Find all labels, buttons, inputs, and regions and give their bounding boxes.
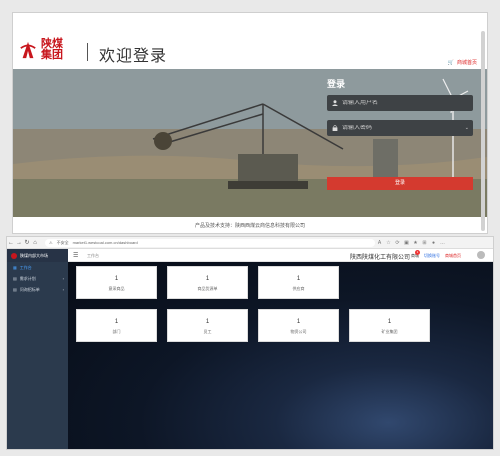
stat-card[interactable]: 1 供应商 (258, 266, 339, 299)
stat-card[interactable]: 1 员工 (167, 309, 248, 342)
hero-banner: 登录 ⌄ 登录 (13, 69, 487, 217)
user-icon (331, 100, 338, 107)
stat-card[interactable]: 1 矿业集团 (349, 309, 430, 342)
stat-value: 1 (205, 319, 210, 325)
stat-label: 员工 (203, 329, 212, 334)
sidebar-item-label: 工作台 (19, 264, 32, 270)
header-link-mall-home[interactable]: 商城首页 (445, 253, 461, 259)
sidebar-item-demand-plan[interactable]: ▤ 需求计划 › (7, 273, 68, 284)
sidebar-item-label: 问询招标单 (19, 286, 40, 292)
password-field[interactable]: ⌄ (327, 120, 473, 136)
stat-label: 物资公司 (290, 329, 307, 334)
address-bar[interactable]: ⚠ 不安全 market1.westcoal.com.cn/dashboard (45, 238, 375, 247)
url-text: market1.westcoal.com.cn/dashboard (72, 240, 138, 245)
translate-icon[interactable]: A (375, 240, 384, 246)
dashboard-content: 1 意采商品 1 商品货源单 1 供应商 1 部门 1 员工 1 物资公司 1 … (68, 262, 493, 449)
dashboard-window: ← → ↻ ⌂ ⚠ 不安全 market1.westcoal.com.cn/da… (6, 236, 494, 450)
brand-name: 陕煤内部大市场 (20, 252, 48, 258)
login-form-title: 登录 (327, 79, 346, 89)
stat-value: 1 (387, 319, 392, 325)
logo-mark-icon (20, 41, 36, 59)
notification-badge[interactable]: 1 (415, 250, 420, 255)
back-icon[interactable]: ← (7, 240, 15, 246)
inquiry-icon: ▤ (13, 287, 17, 292)
split-icon[interactable]: ▣ (402, 240, 411, 246)
sidebar: ▦ 工作台 ▤ 需求计划 › ▤ 问询招标单 › (7, 262, 68, 449)
brand[interactable]: 陕煤内部大市场 (7, 249, 68, 262)
stat-card[interactable]: 1 商品货源单 (167, 266, 248, 299)
stat-label: 部门 (112, 329, 121, 334)
company-name: 陕西陕煤化工有限公司 (350, 255, 411, 261)
plan-icon: ▤ (13, 276, 17, 281)
mall-home-link[interactable]: 🛒 商城首页 (447, 59, 477, 67)
chevron-down-icon[interactable]: ⌄ (465, 125, 469, 131)
stat-value: 1 (296, 319, 301, 325)
security-warning-icon: ⚠ (49, 240, 53, 245)
page-scrollbar[interactable] (481, 31, 485, 231)
login-window: 陕煤集团 欢迎登录 🛒 商城首页 登录 请输入用户名 ⌄ 登录 产品及技术支持：… (12, 12, 488, 234)
lock-icon (331, 125, 338, 132)
collections-icon[interactable]: ⊞ (420, 240, 429, 246)
logo-text: 陕煤集团 (41, 38, 63, 61)
cart-icon: 🛒 (447, 59, 454, 66)
workbench-icon: ▦ (13, 265, 17, 270)
login-form: 登录 ⌄ 登录 (327, 77, 473, 190)
stat-label: 意采商品 (108, 286, 125, 291)
stat-value: 1 (205, 276, 210, 282)
username-input[interactable] (342, 100, 452, 106)
login-button[interactable]: 登录 (327, 177, 473, 190)
footer-copyright: 产品及技术支持：陕西西煤云商信息科技有限公司 (194, 223, 305, 229)
stat-label: 矿业集团 (381, 329, 398, 334)
mall-home-label: 商城首页 (456, 60, 477, 66)
breadcrumb: 工作台 (87, 253, 99, 258)
reload-icon[interactable]: ↻ (23, 239, 31, 246)
home-icon[interactable]: ⌂ (31, 240, 39, 246)
brand-logo-icon (11, 252, 17, 259)
password-input[interactable] (342, 125, 452, 131)
more-icon[interactable]: … (438, 240, 447, 246)
bookmark-icon[interactable]: ☆ (384, 240, 393, 246)
header-divider (87, 43, 88, 61)
avatar[interactable] (477, 251, 485, 259)
browser-toolbar: ← → ↻ ⌂ ⚠ 不安全 market1.westcoal.com.cn/da… (7, 237, 493, 249)
stat-card[interactable]: 1 部门 (76, 309, 157, 342)
username-field[interactable] (327, 95, 473, 111)
stat-value: 1 (296, 276, 301, 282)
header-link-switch-account[interactable]: 切换账号 (424, 253, 440, 259)
refresh-icon[interactable]: ⟳ (393, 240, 402, 246)
stat-card[interactable]: 1 物资公司 (258, 309, 339, 342)
sidebar-item-inquiry[interactable]: ▤ 问询招标单 › (7, 284, 68, 295)
sidebar-item-label: 需求计划 (19, 275, 36, 281)
sidebar-item-workbench[interactable]: ▦ 工作台 (7, 262, 68, 273)
stat-value: 1 (114, 319, 119, 325)
welcome-title: 欢迎登录 (99, 48, 168, 65)
stat-value: 1 (114, 276, 119, 282)
menu-toggle-icon[interactable]: ☰ (73, 252, 78, 259)
stat-label: 商品货源单 (197, 286, 218, 291)
app-header: 陕煤内部大市场 ☰ 工作台 陕西陕煤化工有限公司 商城 切换账号 商城首页 1 (7, 249, 493, 262)
company-logo: 陕煤集团 (19, 39, 67, 61)
favorites-icon[interactable]: ★ (411, 240, 420, 246)
chevron-right-icon: › (62, 287, 64, 292)
stat-card[interactable]: 1 意采商品 (76, 266, 157, 299)
forward-icon[interactable]: → (15, 240, 23, 246)
profile-icon[interactable]: ● (429, 240, 438, 246)
security-label: 不安全 (56, 239, 69, 245)
stat-label: 供应商 (292, 286, 305, 291)
chevron-right-icon: › (62, 276, 64, 281)
